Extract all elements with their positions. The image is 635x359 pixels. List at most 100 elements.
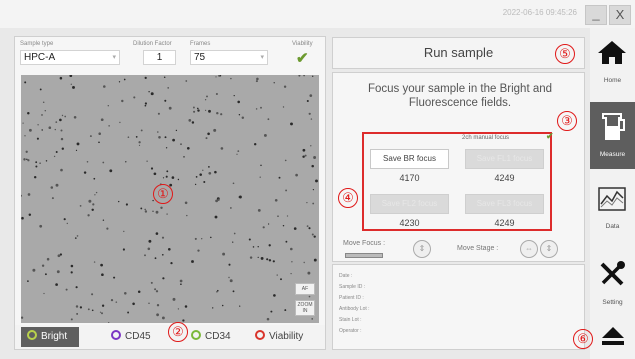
cell-dot <box>237 150 240 153</box>
save-fl1-focus-button[interactable]: Save FL1 focus <box>465 149 544 169</box>
cell-dot <box>45 160 48 162</box>
focus-slider[interactable] <box>345 253 383 258</box>
cell-dot <box>283 85 287 88</box>
cell-dot <box>42 101 45 103</box>
zoom-in-button[interactable]: ZOOM IN <box>295 300 315 316</box>
cell-dot <box>239 305 241 307</box>
cell-dot <box>127 136 130 139</box>
cell-dot <box>220 113 223 116</box>
cell-dot <box>100 263 103 267</box>
radio-ring-icon <box>111 330 121 340</box>
channel-cd45[interactable]: CD45 <box>111 327 151 347</box>
cell-dot <box>165 147 168 149</box>
save-br-focus-button[interactable]: Save BR focus <box>370 149 449 169</box>
cell-dot <box>284 309 287 312</box>
nav-data[interactable]: Data <box>590 174 635 241</box>
cell-dot <box>311 318 314 320</box>
cell-dot <box>123 230 125 233</box>
cell-dot <box>291 261 293 263</box>
minimize-button[interactable]: _ <box>585 5 607 25</box>
channel-viability[interactable]: Viability <box>255 327 303 347</box>
cell-dot <box>273 82 275 84</box>
cell-dot <box>170 261 173 265</box>
channel-cd34[interactable]: CD34 <box>191 327 231 347</box>
eject-button[interactable] <box>600 324 626 353</box>
cell-dot <box>204 109 207 112</box>
save-fl2-focus-button[interactable]: Save FL2 focus <box>370 194 449 214</box>
cell-dot <box>132 302 135 306</box>
cell-dot <box>154 288 157 291</box>
cell-dot <box>144 76 147 80</box>
cell-dot <box>135 136 138 138</box>
nav-home[interactable]: Home <box>590 28 635 95</box>
sample-type-value: HPC-A <box>24 52 56 63</box>
cell-dot <box>27 112 30 115</box>
nav-label: Data <box>605 223 620 230</box>
cell-dot <box>208 166 210 168</box>
nav-measure[interactable]: Measure <box>590 102 635 169</box>
cell-dot <box>55 151 58 153</box>
run-sample-button[interactable]: Run sample <box>332 37 585 69</box>
cell-dot <box>205 137 208 140</box>
cell-dot <box>158 136 161 139</box>
callout-5: ⑤ <box>555 44 575 64</box>
cell-dot <box>312 75 314 77</box>
cell-dot <box>148 91 150 93</box>
radio-ring-icon <box>255 330 265 340</box>
cell-dot <box>70 271 73 274</box>
cell-dot <box>180 143 182 146</box>
cell-dot <box>313 235 316 238</box>
cell-dot <box>180 283 182 286</box>
cell-dot <box>191 121 195 124</box>
close-button[interactable]: X <box>609 5 631 25</box>
cell-dot <box>232 241 234 243</box>
stage-updown-button[interactable]: ⇕ <box>540 240 558 258</box>
cell-dot <box>93 177 96 180</box>
checkmark-icon[interactable]: ✔ <box>546 131 554 142</box>
cell-dot <box>106 227 109 230</box>
cell-dot <box>232 182 235 185</box>
cell-dot <box>33 175 37 179</box>
cell-dot <box>215 76 217 78</box>
cell-dot <box>157 131 159 133</box>
frames-select[interactable]: 75 ▾ <box>190 50 268 65</box>
stage-leftright-button[interactable]: ⇔ <box>520 240 538 258</box>
autofocus-button[interactable]: AF <box>295 283 315 295</box>
cell-dot <box>23 158 26 161</box>
focus-panel: Focus your sample in the Bright and Fluo… <box>332 72 585 262</box>
cell-dot <box>310 145 312 147</box>
info-stain-lot: Stain Lot : <box>339 317 362 323</box>
cell-dot <box>148 239 152 243</box>
cell-dot <box>137 290 141 294</box>
cell-dot <box>32 268 36 272</box>
checkmark-icon[interactable]: ✔ <box>296 49 309 67</box>
dilution-input[interactable]: 1 <box>143 50 176 65</box>
cell-dot <box>150 167 154 170</box>
cell-dot <box>184 305 188 308</box>
info-antibody-lot: Antibody Lot : <box>339 306 370 312</box>
cell-dot <box>217 198 220 201</box>
focus-updown-button[interactable]: ⇕ <box>413 240 431 258</box>
cell-dot <box>183 156 185 158</box>
cell-dot <box>278 176 281 179</box>
cell-dot <box>155 210 159 214</box>
sample-type-select[interactable]: HPC-A ▾ <box>20 50 120 65</box>
cell-dot <box>186 214 188 217</box>
cell-dot <box>202 169 204 171</box>
channel-bright[interactable]: Bright <box>21 327 79 347</box>
cell-dot <box>172 138 175 142</box>
cell-dot <box>230 207 232 209</box>
cell-dot <box>228 276 230 279</box>
cell-dot <box>50 186 54 189</box>
cell-dot <box>228 263 231 266</box>
cell-dot <box>60 129 63 132</box>
nav-setting[interactable]: Setting <box>590 250 635 317</box>
cell-dot <box>257 209 261 212</box>
cell-dot <box>266 317 270 321</box>
cell-dot <box>188 119 192 122</box>
cell-dot <box>260 164 262 167</box>
dilution-label: Dilution Factor <box>133 41 172 47</box>
title-bar: 2022-06-16 09:45:26 _ X <box>0 0 635 28</box>
tools-icon <box>600 261 625 286</box>
save-fl3-focus-button[interactable]: Save FL3 focus <box>465 194 544 214</box>
